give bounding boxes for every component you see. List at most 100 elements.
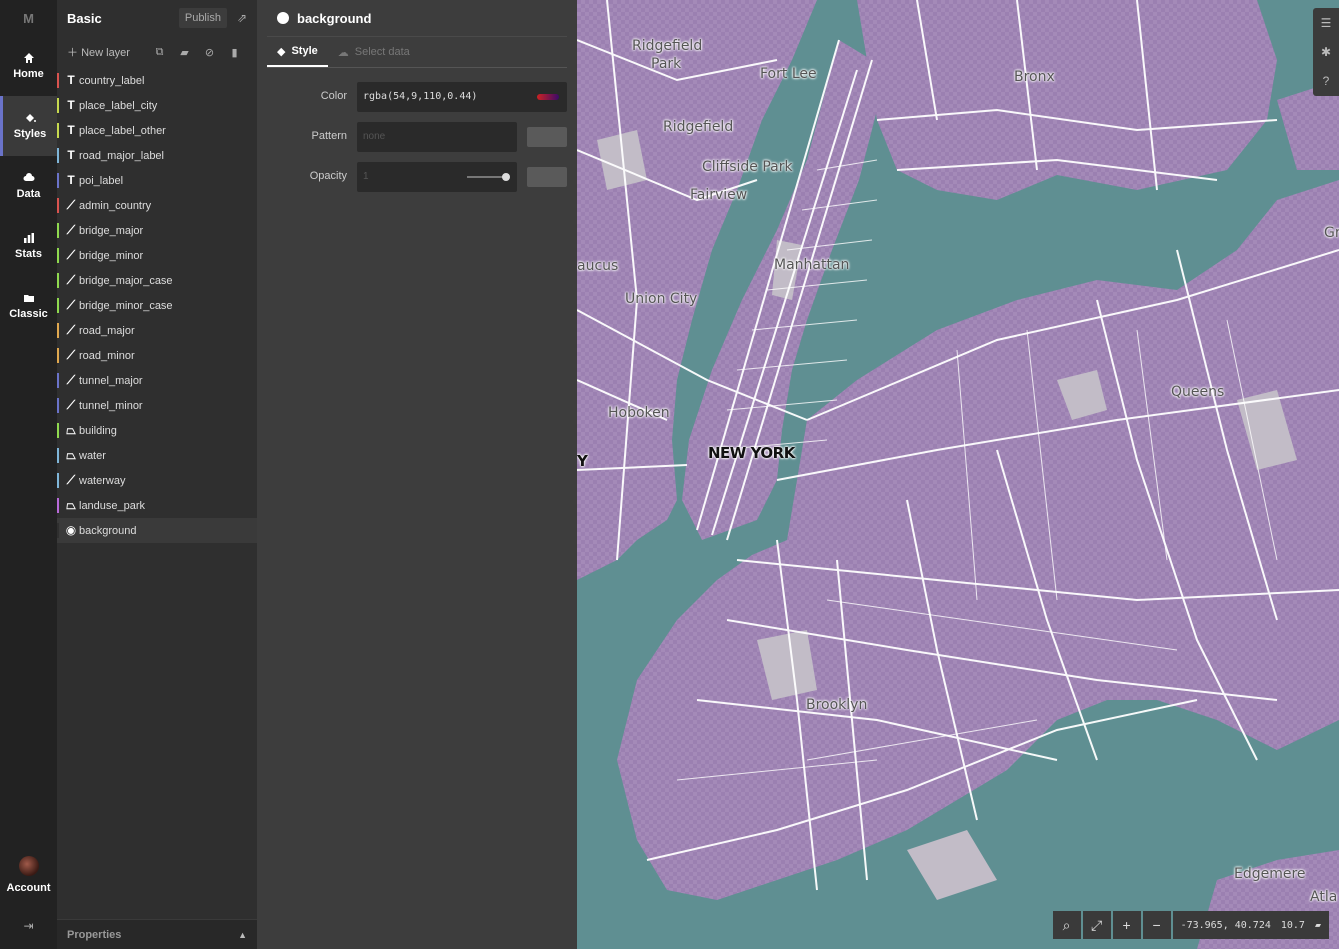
color-swatch[interactable] [537, 94, 559, 100]
layer-name: tunnel_minor [79, 399, 143, 412]
map-label: Ridgefield [663, 119, 734, 135]
nav-styles-label: Styles [13, 128, 47, 140]
publish-button[interactable]: Publish [178, 8, 227, 28]
layer-item[interactable]: ⟋ tunnel_minor [57, 393, 257, 418]
zoom-out-button[interactable]: − [1142, 911, 1171, 939]
slider-knob[interactable] [502, 173, 510, 181]
nav-data[interactable]: Data [0, 156, 57, 216]
paint-bucket-icon: ◆ [277, 45, 286, 58]
layer-item[interactable]: ◉ background [57, 518, 257, 543]
text-icon: T [67, 123, 75, 137]
layer-name: road_major [79, 324, 135, 337]
nav-styles[interactable]: Styles [0, 96, 57, 156]
project-title: Basic [67, 10, 102, 26]
properties-label: Properties [67, 928, 122, 941]
opacity-slider[interactable] [467, 173, 510, 181]
pattern-input[interactable]: none [357, 122, 517, 152]
style-editor: background ◆ Style ☁ Select data Color r… [257, 0, 577, 949]
line-icon: ⟋ [66, 398, 76, 412]
fill-icon: ⏢ [66, 423, 76, 437]
opacity-label: Opacity [309, 170, 347, 182]
legend-icon[interactable]: ☰ [1321, 16, 1332, 30]
layer-name: place_label_city [79, 99, 158, 112]
map-controls: ⌕ ⤢ + − -73.965, 40.724 10.7 ▰ [1052, 911, 1329, 939]
layer-color-bar [57, 98, 59, 113]
coordinate-readout: -73.965, 40.724 10.7 ▰ [1172, 911, 1329, 939]
layer-item[interactable]: ⏢ building [57, 418, 257, 443]
bookmark-icon[interactable]: ▰ [1315, 920, 1321, 931]
layer-name: road_minor [79, 349, 135, 362]
line-icon: ⟋ [66, 323, 76, 337]
map-canvas[interactable]: Ridgefield Park Fort Lee Bronx Ridgefiel… [577, 0, 1339, 949]
map-label: Gr [1324, 225, 1339, 241]
folder-icon[interactable]: ▰ [172, 46, 197, 59]
zoom-in-button[interactable]: + [1112, 911, 1141, 939]
duplicate-icon[interactable]: ⧉ [147, 46, 172, 59]
layer-item[interactable]: ⟋ road_minor [57, 343, 257, 368]
layer-item[interactable]: Tcountry_label [57, 68, 257, 93]
cloud-icon [23, 173, 34, 181]
map-label: Ridgefield [632, 38, 703, 54]
layer-item[interactable]: ⏢ landuse_park [57, 493, 257, 518]
hide-icon[interactable]: ⊘ [197, 46, 222, 59]
layer-item[interactable]: ⟋ bridge_minor_case [57, 293, 257, 318]
layer-name: bridge_minor_case [79, 299, 173, 312]
map-label: Brooklyn [806, 697, 868, 713]
avatar [18, 856, 39, 876]
layer-item[interactable]: Tplace_label_city [57, 93, 257, 118]
help-icon[interactable]: ? [1323, 74, 1330, 88]
project-header: Basic Publish ⇗ [57, 0, 257, 36]
fullscreen-icon[interactable]: ⤢ [1082, 911, 1111, 939]
external-link-icon[interactable]: ⇗ [237, 11, 247, 25]
nav-classic-label: Classic [9, 308, 48, 320]
folder-icon [23, 295, 34, 302]
layer-item[interactable]: Tpoi_label [57, 168, 257, 193]
nav-data-label: Data [16, 188, 41, 200]
trash-icon[interactable]: ▮ [222, 46, 247, 59]
line-icon: ⟋ [66, 348, 76, 362]
layer-item[interactable]: ⟋ tunnel_major [57, 368, 257, 393]
layer-item[interactable]: ⏢ water [57, 443, 257, 468]
search-icon[interactable]: ⌕ [1052, 911, 1081, 939]
layer-name: building [79, 424, 117, 437]
layer-list: Tcountry_label Tplace_label_city Tplace_la… [57, 68, 257, 543]
app-logo[interactable]: M [0, 0, 57, 36]
pattern-field: Pattern none [257, 122, 577, 152]
text-icon: T [67, 173, 75, 187]
opacity-style-button[interactable] [527, 167, 567, 187]
map-label: Fairview [690, 187, 748, 203]
bug-icon[interactable]: ✱ [1321, 45, 1331, 59]
layer-item[interactable]: ⟋ bridge_major [57, 218, 257, 243]
layer-color-bar [57, 448, 59, 463]
nav-account[interactable]: Account [0, 856, 57, 894]
tab-select-data[interactable]: ☁ Select data [328, 37, 420, 67]
nav-stats[interactable]: Stats [0, 216, 57, 276]
layer-color-bar [57, 523, 59, 538]
layer-item[interactable]: Troad_major_label [57, 143, 257, 168]
color-input[interactable]: rgba(54,9,110,0.44) [357, 82, 567, 112]
layer-color-bar [57, 373, 59, 388]
layer-item[interactable]: ⟋ admin_country [57, 193, 257, 218]
map-label: Fort Lee [760, 66, 817, 82]
editor-header: background [257, 0, 577, 36]
new-layer-button[interactable]: ＋ New layer [67, 44, 147, 60]
nav-home-label: Home [13, 68, 44, 80]
map-label: Union City [625, 291, 698, 307]
layer-item[interactable]: ⟋ bridge_major_case [57, 268, 257, 293]
nav-home[interactable]: Home [0, 36, 57, 96]
layer-item[interactable]: ⟋ bridge_minor [57, 243, 257, 268]
opacity-input[interactable]: 1 [357, 162, 517, 192]
logout-icon[interactable]: ⇥ [0, 919, 57, 933]
fill-icon: ⏢ [66, 498, 76, 512]
layer-item[interactable]: Tplace_label_other [57, 118, 257, 143]
pattern-style-button[interactable] [527, 127, 567, 147]
map-side-tools: ☰ ✱ ? [1313, 8, 1339, 96]
properties-bar[interactable]: Properties ▲ [57, 919, 257, 949]
layer-item[interactable]: ⟋ waterway [57, 468, 257, 493]
nav-classic[interactable]: Classic [0, 276, 57, 336]
layer-item[interactable]: ⟋ road_major [57, 318, 257, 343]
bar-chart-icon [23, 233, 34, 243]
map-label: Manhattan [774, 257, 850, 273]
map-graphics [577, 0, 1339, 949]
tab-style[interactable]: ◆ Style [267, 37, 328, 67]
